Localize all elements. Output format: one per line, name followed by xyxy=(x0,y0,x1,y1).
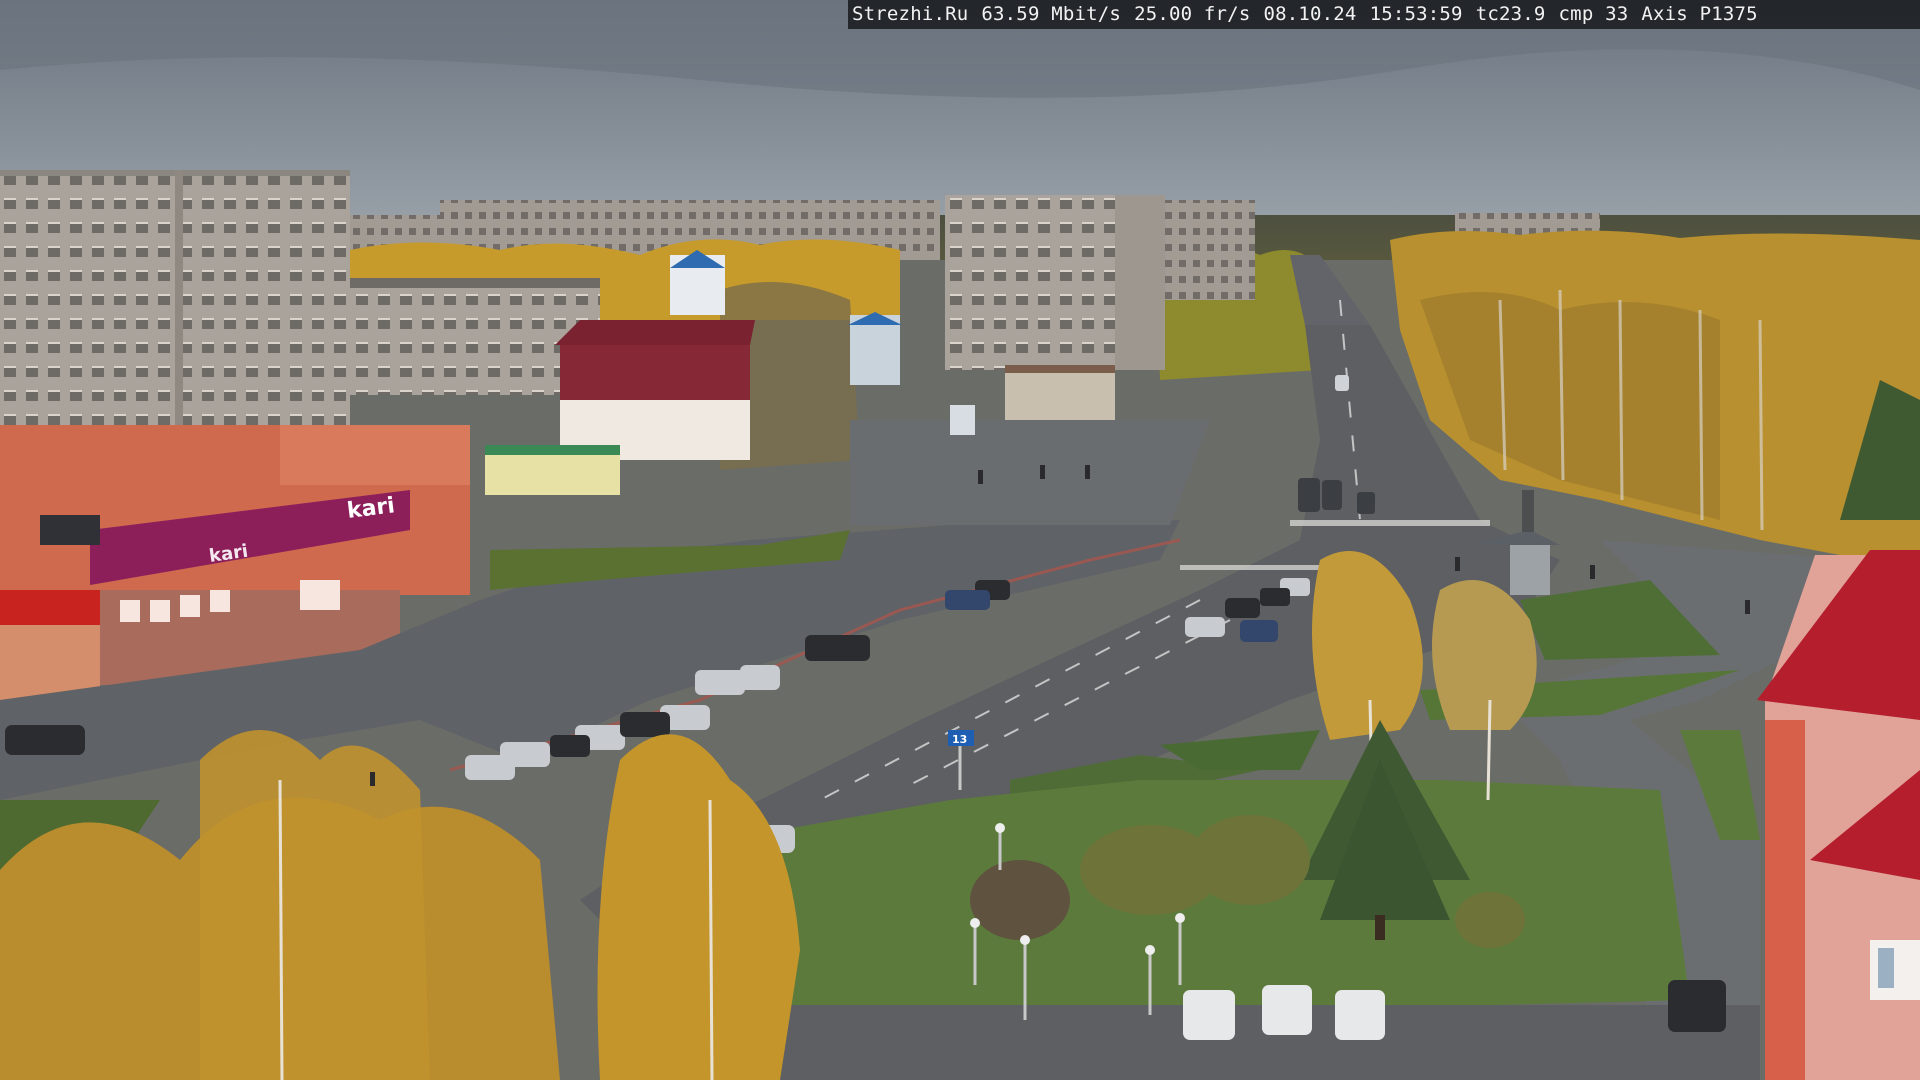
tc-readout: tc23.9 xyxy=(1475,3,1546,25)
camera-scene: kari kari 13 xyxy=(0,0,1920,1080)
camera-info-overlay: Strezhi.Ru 63.59 Mbit/s 25.00 fr/s 08.10… xyxy=(848,0,1920,29)
site-name: Strezhi.Ru xyxy=(852,3,969,25)
upper-plaza xyxy=(850,420,1210,525)
date-readout: 08.10.24 xyxy=(1263,3,1357,25)
camera-model: Axis P1375 xyxy=(1641,3,1758,25)
framerate-readout: 25.00 fr/s xyxy=(1134,3,1251,25)
bitrate-readout: 63.59 Mbit/s xyxy=(981,3,1122,25)
road-sign-number: 13 xyxy=(952,733,967,746)
time-readout: 15:53:59 xyxy=(1369,3,1463,25)
cmp-readout: cmp 33 xyxy=(1558,3,1629,25)
